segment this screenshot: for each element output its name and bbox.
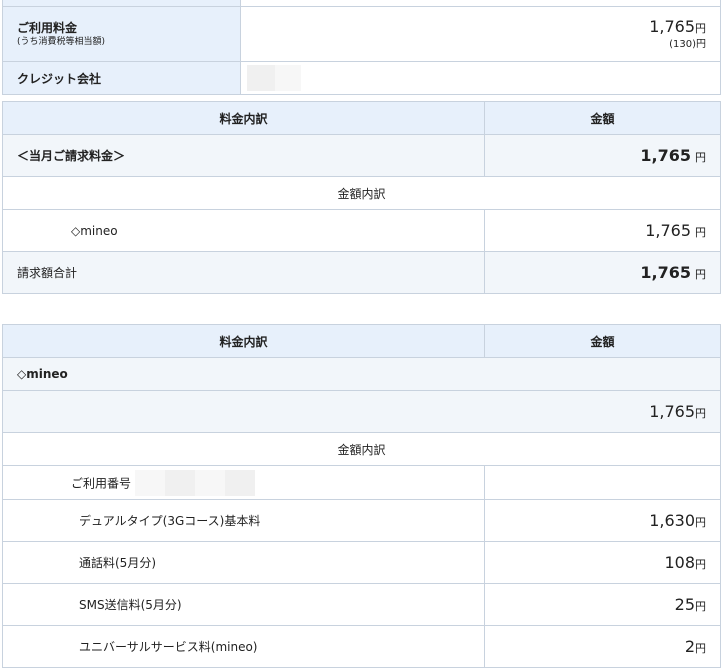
monthly-charge-label: ＜当月ご請求料金＞	[2, 134, 485, 177]
usage-number-cell: ご利用番号	[2, 465, 485, 500]
charge-item-amount: 108	[664, 553, 695, 572]
total-amount: 1,765	[640, 263, 691, 282]
usage-fee-amount: 1,765	[649, 16, 695, 36]
total-value-cell: 1,765 円	[484, 251, 721, 294]
mineo-section-amount: 1,765	[649, 402, 695, 421]
redacted-credit-company	[247, 65, 275, 91]
mineo-detail-table: 料金内訳 金額 ◇mineo 1,765円 金額内訳 ご利用番号 デュアルタイプ…	[2, 324, 721, 668]
usage-fee-label-cell: ご利用料金 (うち消費税等相当額)	[2, 6, 241, 62]
charge-item-value-cell: 108円	[484, 541, 721, 584]
billing-info-table: ご利用料金 (うち消費税等相当額) 1,765円 (130)円 クレジット会社	[2, 0, 721, 95]
amount-breakdown-label: 金額内訳	[2, 432, 721, 466]
header-amount-column: 金額	[484, 324, 721, 358]
charge-item-label: SMS送信料(5月分)	[2, 583, 485, 626]
usage-fee-label: ご利用料金	[17, 20, 78, 35]
charge-item-label: デュアルタイプ(3Gコース)基本料	[2, 499, 485, 542]
mineo-amount: 1,765	[645, 221, 691, 240]
yen-unit: 円	[695, 407, 706, 420]
charge-item-value-cell: 1,630円	[484, 499, 721, 542]
yen-unit: 円	[695, 600, 706, 613]
yen-unit: 円	[695, 21, 706, 35]
redacted-usage-number	[165, 469, 196, 496]
yen-unit: 円	[695, 642, 706, 655]
charge-item-amount: 2	[684, 637, 695, 656]
mineo-label: ◇mineo	[2, 209, 485, 252]
charge-item-value-cell: 25円	[484, 583, 721, 626]
redacted-usage-number	[195, 469, 226, 496]
charge-item-value-cell: 2円	[484, 625, 721, 668]
header-item-column: 料金内訳	[2, 101, 485, 135]
yen-unit: 円	[695, 268, 706, 281]
header-item-column: 料金内訳	[2, 324, 485, 358]
charge-item-label: ユニバーサルサービス料(mineo)	[2, 625, 485, 668]
credit-company-label: クレジット会社	[2, 61, 241, 95]
usage-number-label: ご利用番号	[71, 476, 132, 490]
header-amount-column: 金額	[484, 101, 721, 135]
yen-unit: 円	[695, 558, 706, 571]
redacted-credit-company	[275, 65, 301, 91]
monthly-charge-value-cell: 1,765 円	[484, 134, 721, 177]
usage-number-value-cell	[484, 465, 721, 500]
usage-fee-tax-label: (うち消費税等相当額)	[17, 36, 106, 47]
amount-breakdown-label: 金額内訳	[2, 176, 721, 210]
mineo-section-label: ◇mineo	[2, 357, 721, 391]
yen-unit: 円	[696, 38, 706, 50]
charge-item-label: 通話料(5月分)	[2, 541, 485, 584]
mineo-value-cell: 1,765 円	[484, 209, 721, 252]
usage-fee-value-cell: 1,765円 (130)円	[240, 6, 721, 62]
charge-item-amount: 1,630	[649, 511, 695, 530]
mineo-section-value-cell: 1,765円	[2, 390, 721, 433]
redacted-usage-number	[225, 469, 256, 496]
charge-item-amount: 25	[674, 595, 695, 614]
yen-unit: 円	[695, 516, 706, 529]
credit-company-value-cell	[240, 61, 721, 95]
usage-fee-tax-amount: (130)	[669, 38, 696, 50]
yen-unit: 円	[695, 226, 706, 239]
monthly-charge-amount: 1,765	[640, 146, 691, 165]
yen-unit: 円	[695, 151, 706, 164]
total-label: 請求額合計	[2, 251, 485, 294]
billing-summary-table: 料金内訳 金額 ＜当月ご請求料金＞ 1,765 円 金額内訳 ◇mineo 1,7…	[2, 101, 721, 294]
redacted-usage-number	[135, 469, 166, 496]
